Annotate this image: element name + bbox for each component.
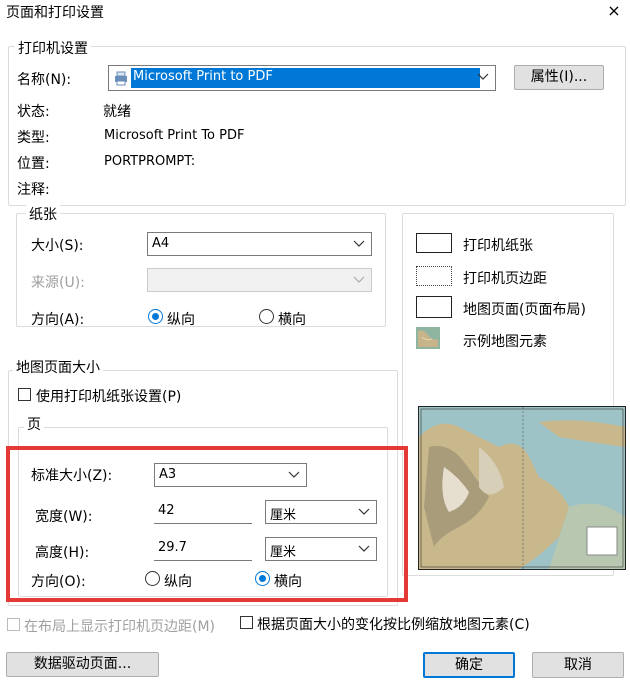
printer-margin-swatch: [416, 266, 452, 286]
location-label: 位置:: [17, 156, 50, 172]
printer-icon: [113, 70, 129, 86]
paper-source-select[interactable]: [147, 268, 372, 292]
printer-paper-swatch: [416, 233, 452, 253]
scale-elements-checkbox[interactable]: [240, 616, 253, 629]
comment-label: 注释:: [17, 182, 50, 198]
printer-name-value: Microsoft Print to PDF: [133, 69, 273, 84]
paper-group-label: 纸张: [26, 204, 60, 224]
printer-settings-label: 打印机设置: [15, 38, 91, 58]
data-driven-pages-button[interactable]: 数据驱动页面...: [6, 652, 159, 677]
scale-elements-label[interactable]: 根据页面大小的变化按比例缩放地图元素(C): [257, 614, 530, 634]
map-preview: [418, 406, 626, 570]
map-thumbnail: [419, 407, 625, 569]
paper-orientation-label: 方向(A):: [31, 312, 85, 328]
highlight-box: [6, 446, 408, 602]
cancel-button[interactable]: 取消: [532, 652, 624, 678]
paper-size-select[interactable]: A4: [147, 232, 372, 256]
paper-portrait-label[interactable]: 纵向: [167, 309, 195, 329]
status-label: 状态:: [17, 104, 50, 120]
type-value: Microsoft Print To PDF: [104, 128, 245, 143]
show-margins-label[interactable]: 在布局上显示打印机页边距(M): [24, 616, 215, 636]
location-value: PORTPROMPT:: [104, 154, 196, 169]
paper-landscape-label[interactable]: 横向: [278, 309, 306, 329]
use-printer-paper-label[interactable]: 使用打印机纸张设置(P): [36, 386, 181, 406]
paper-portrait-radio[interactable]: [148, 309, 163, 324]
close-button[interactable]: ×: [602, 0, 626, 22]
show-margins-checkbox[interactable]: [7, 618, 20, 631]
type-label: 类型:: [17, 130, 50, 146]
status-value: 就绪: [103, 104, 131, 120]
paper-size-label: 大小(S):: [31, 238, 84, 254]
paper-landscape-radio[interactable]: [259, 309, 274, 324]
paper-source-label: 来源(U):: [31, 275, 85, 291]
legend-printer-margin: 打印机页边距: [463, 271, 547, 287]
use-printer-paper-checkbox[interactable]: [18, 388, 31, 401]
legend-map-page: 地图页面(页面布局): [463, 302, 586, 318]
dialog-title: 页面和打印设置: [6, 5, 104, 21]
map-page-swatch: [416, 296, 452, 318]
legend-sample-map: 示例地图元素: [463, 334, 547, 350]
chevron-down-icon: [353, 276, 365, 283]
chevron-down-icon: [477, 73, 489, 80]
chevron-down-icon: [353, 240, 365, 247]
printer-name-label: 名称(N):: [17, 72, 72, 88]
map-page-size-label: 地图页面大小: [13, 357, 103, 377]
properties-button[interactable]: 属性(I)...: [514, 65, 604, 90]
page-group-label: 页: [24, 414, 44, 434]
sample-map-swatch: [416, 327, 440, 349]
ok-button[interactable]: 确定: [423, 652, 515, 678]
printer-name-select[interactable]: Microsoft Print to PDF: [108, 65, 496, 91]
paper-size-value: A4: [152, 236, 170, 251]
legend-printer-paper: 打印机纸张: [463, 238, 533, 254]
